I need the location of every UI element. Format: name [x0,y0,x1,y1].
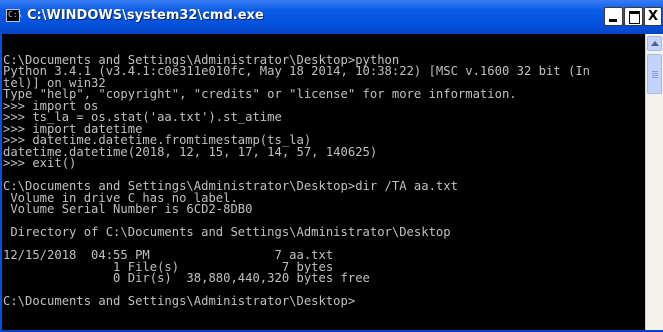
cmd-icon-glyph: C:\ [8,10,23,19]
console-line: 0 Dir(s) 38,880,440,320 bytes free [3,271,370,285]
maximize-button[interactable] [624,7,643,26]
scroll-up-button[interactable] [647,36,662,51]
maximize-icon [629,11,640,24]
grip-line [652,71,658,72]
console-line: Volume Serial Number is 6CD2-8DB0 [3,202,253,216]
grip-line [652,75,658,76]
console-text: C:\Documents and Settings\Administrator\… [3,43,590,308]
vertical-scrollbar[interactable] [645,34,663,330]
close-button[interactable]: X [644,7,662,26]
cmd-app-icon[interactable]: C:\ [6,9,23,22]
grip-line [652,73,658,74]
console-output[interactable]: C:\Documents and Settings\Administrator\… [2,34,645,330]
window-title: C:\WINDOWS\system32\cmd.exe [27,8,264,23]
grip-line [652,77,658,78]
close-icon: X [647,9,659,24]
console-line: C:\Documents and Settings\Administrator\… [3,294,356,308]
title-bar[interactable]: C:\ C:\WINDOWS\system32\cmd.exe X [0,0,663,34]
scroll-thumb[interactable] [647,54,662,94]
arrow-up-icon [651,41,659,46]
minimize-icon [609,19,617,22]
console-line: >>> exit() [3,156,77,170]
minimize-button[interactable] [604,7,623,26]
cmd-window: C:\ C:\WINDOWS\system32\cmd.exe X C:\Doc… [0,0,663,332]
console-line: Directory of C:\Documents and Settings\A… [3,225,451,239]
